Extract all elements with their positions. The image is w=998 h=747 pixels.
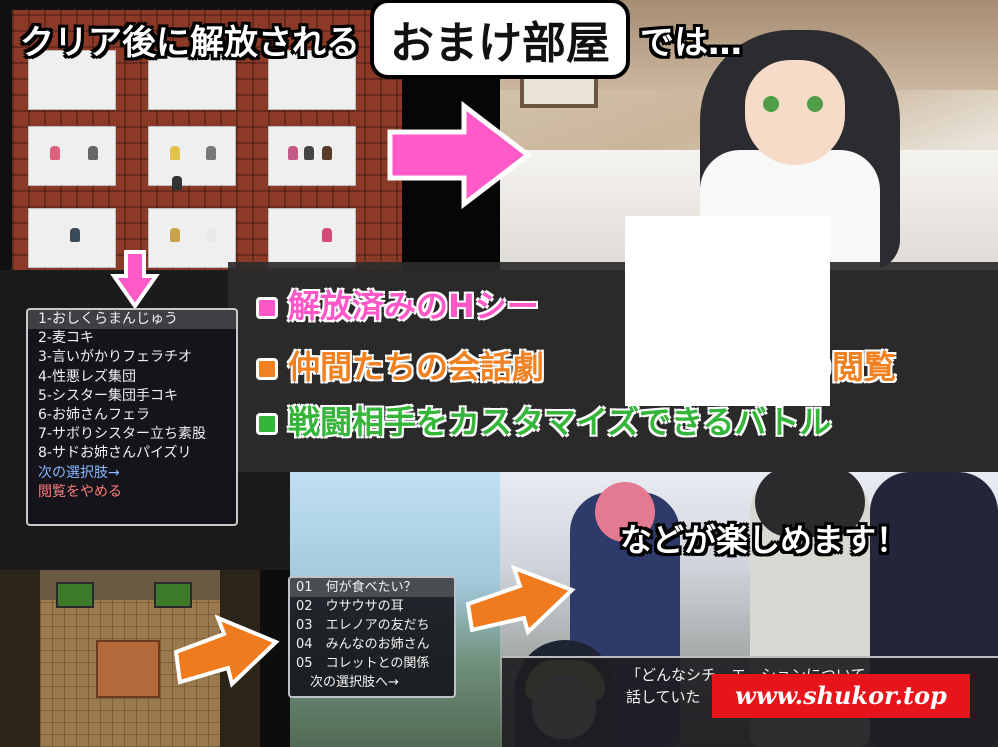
talk-menu-item[interactable]: 05 コレットとの関係 [290, 654, 454, 673]
promo-title: クリア後に解放される おまけ部屋 では… [10, 0, 742, 79]
menu-item[interactable]: 1-おしくらまんじゅう [28, 310, 236, 330]
right-arrow-icon [465, 564, 576, 636]
menu-item[interactable]: 2-麦コキ [28, 329, 236, 348]
talk-num: 01 [296, 580, 313, 595]
watermark-banner: www.shukor.top [712, 674, 970, 718]
replay-menu-window: 1-おしくらまんじゅう 2-麦コキ 3-言いがかりフェラチオ 4-性悪レズ集団 … [26, 308, 238, 526]
gallery-tile [148, 126, 236, 186]
right-arrow-icon [387, 100, 533, 210]
menu-item[interactable]: 3-言いがかりフェラチオ [28, 348, 236, 367]
character-eye [763, 96, 779, 112]
talk-num: 05 [296, 656, 313, 671]
menu-item[interactable]: 5-シスター集団手コキ [28, 387, 236, 406]
talk-menu-item[interactable]: 04 みんなのお姉さん [290, 635, 454, 654]
player-sprite [172, 176, 182, 190]
bookshelf [154, 582, 192, 608]
title-suffix: では… [640, 22, 742, 63]
title-highlight: おまけ部屋 [370, 0, 630, 79]
promo-canvas: クリア後に解放される おまけ部屋 では… 解放済みのHシー 仲間たちの会話劇 の… [0, 0, 998, 747]
room-table [96, 640, 160, 698]
quit-viewing-item[interactable]: 閲覧をやめる [28, 483, 236, 502]
bullet-icon [256, 358, 278, 380]
feature-line-scenes: 解放済みのHシー [248, 284, 557, 328]
talk-num: 04 [296, 637, 313, 652]
talk-num: 03 [296, 618, 313, 633]
down-arrow-icon [110, 250, 160, 310]
talk-label: ウサウサの耳 [325, 599, 404, 614]
feature-line-battle: 戦闘相手をカスタマイズできるバトル [248, 400, 849, 444]
talk-label: コレットとの関係 [325, 656, 430, 671]
talk-menu-item[interactable]: 02 ウサウサの耳 [290, 597, 454, 616]
talk-label: 何が食べたい？ [325, 580, 417, 595]
npc-sprite [50, 146, 60, 160]
character-eye [807, 96, 823, 112]
npc-sprite [288, 146, 298, 160]
gallery-tile [28, 126, 116, 186]
gallery-tile [268, 208, 356, 268]
npc-sprite [170, 228, 180, 242]
npc-sprite [304, 146, 314, 160]
npc-sprite [206, 146, 216, 160]
next-options-item[interactable]: 次の選択肢→ [28, 464, 236, 483]
menu-item[interactable]: 8-サドお姉さんパイズリ [28, 444, 236, 463]
feature-text: 戦闘相手をカスタマイズできるバトル [288, 403, 832, 441]
talk-next-item[interactable]: 次の選択肢へ→ [290, 673, 454, 692]
npc-sprite [206, 228, 216, 242]
bookshelf [56, 582, 94, 608]
right-arrow-icon [173, 614, 280, 688]
bullet-icon [256, 297, 278, 319]
npc-sprite [88, 146, 98, 160]
npc-sprite [322, 146, 332, 160]
talk-menu-item[interactable]: 03 エレノアの友だち [290, 616, 454, 635]
menu-item[interactable]: 6-お姉さんフェラ [28, 406, 236, 425]
npc-sprite [290, 228, 300, 242]
enjoy-caption: などが楽しめます！ [620, 521, 909, 559]
talk-menu-window: 01 何が食べたい？ 02 ウサウサの耳 03 エレノアの友だち 04 みんなの… [288, 576, 456, 698]
menu-item[interactable]: 7-サボりシスター立ち素股 [28, 425, 236, 444]
title-prefix: クリア後に解放される [20, 22, 360, 63]
talk-menu-item[interactable]: 01 何が食べたい？ [290, 578, 454, 597]
bullet-icon [256, 413, 278, 435]
menu-item[interactable]: 4-性悪レズ集団 [28, 368, 236, 387]
character-face [745, 60, 845, 165]
npc-sprite [70, 228, 80, 242]
npc-sprite [322, 228, 332, 242]
feature-text: 解放済みのHシー [288, 287, 539, 325]
gallery-tile [148, 208, 236, 268]
talk-label: エレノアの友だち [325, 618, 430, 633]
talk-num: 02 [296, 599, 313, 614]
dialog-line-2: 話していた [626, 688, 701, 706]
talk-label: みんなのお姉さん [325, 637, 430, 652]
npc-sprite [170, 146, 180, 160]
censor-block [625, 216, 830, 406]
